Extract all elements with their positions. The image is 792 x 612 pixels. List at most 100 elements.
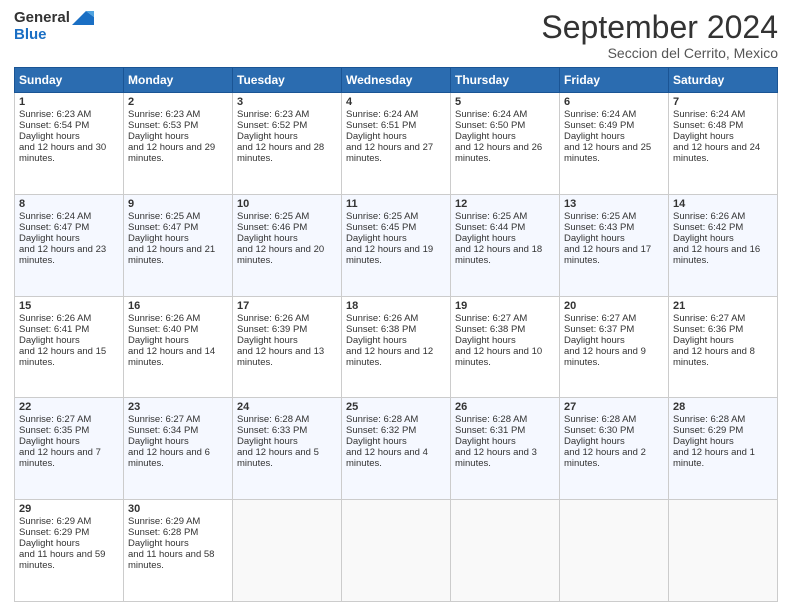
calendar-cell: 10 Sunrise: 6:25 AM Sunset: 6:46 PM Dayl… [233, 194, 342, 296]
calendar-cell: 11 Sunrise: 6:25 AM Sunset: 6:45 PM Dayl… [342, 194, 451, 296]
daylight-value: and 12 hours and 4 minutes. [346, 447, 446, 469]
sunrise-label: Sunrise: 6:24 AM [19, 211, 119, 222]
daylight-label: Daylight hours [455, 131, 555, 142]
calendar-cell: 7 Sunrise: 6:24 AM Sunset: 6:48 PM Dayli… [669, 93, 778, 195]
daylight-value: and 12 hours and 14 minutes. [128, 346, 228, 368]
daylight-value: and 12 hours and 7 minutes. [19, 447, 119, 469]
daylight-label: Daylight hours [237, 233, 337, 244]
daylight-value: and 12 hours and 5 minutes. [237, 447, 337, 469]
sunset-label: Sunset: 6:45 PM [346, 222, 446, 233]
sunset-label: Sunset: 6:41 PM [19, 324, 119, 335]
sunrise-label: Sunrise: 6:28 AM [673, 414, 773, 425]
day-number: 10 [237, 198, 337, 210]
sunrise-label: Sunrise: 6:28 AM [564, 414, 664, 425]
sunset-label: Sunset: 6:32 PM [346, 425, 446, 436]
sunset-label: Sunset: 6:54 PM [19, 120, 119, 131]
day-number: 25 [346, 401, 446, 413]
sunset-label: Sunset: 6:53 PM [128, 120, 228, 131]
calendar-cell: 14 Sunrise: 6:26 AM Sunset: 6:42 PM Dayl… [669, 194, 778, 296]
sunset-label: Sunset: 6:38 PM [346, 324, 446, 335]
sunrise-label: Sunrise: 6:28 AM [346, 414, 446, 425]
daylight-label: Daylight hours [128, 335, 228, 346]
calendar-cell: 4 Sunrise: 6:24 AM Sunset: 6:51 PM Dayli… [342, 93, 451, 195]
day-number: 28 [673, 401, 773, 413]
calendar-cell [451, 500, 560, 602]
calendar-cell: 8 Sunrise: 6:24 AM Sunset: 6:47 PM Dayli… [15, 194, 124, 296]
calendar-cell: 13 Sunrise: 6:25 AM Sunset: 6:43 PM Dayl… [560, 194, 669, 296]
calendar-cell: 18 Sunrise: 6:26 AM Sunset: 6:38 PM Dayl… [342, 296, 451, 398]
day-number: 7 [673, 96, 773, 108]
col-header-saturday: Saturday [669, 68, 778, 93]
day-number: 9 [128, 198, 228, 210]
calendar-cell: 23 Sunrise: 6:27 AM Sunset: 6:34 PM Dayl… [124, 398, 233, 500]
daylight-label: Daylight hours [346, 233, 446, 244]
daylight-label: Daylight hours [673, 335, 773, 346]
sunset-label: Sunset: 6:31 PM [455, 425, 555, 436]
sunset-label: Sunset: 6:44 PM [455, 222, 555, 233]
calendar-cell: 12 Sunrise: 6:25 AM Sunset: 6:44 PM Dayl… [451, 194, 560, 296]
sunrise-label: Sunrise: 6:24 AM [673, 109, 773, 120]
daylight-value: and 12 hours and 20 minutes. [237, 244, 337, 266]
calendar-cell: 26 Sunrise: 6:28 AM Sunset: 6:31 PM Dayl… [451, 398, 560, 500]
daylight-label: Daylight hours [19, 538, 119, 549]
col-header-friday: Friday [560, 68, 669, 93]
day-number: 17 [237, 300, 337, 312]
sunset-label: Sunset: 6:28 PM [128, 527, 228, 538]
day-number: 27 [564, 401, 664, 413]
sunset-label: Sunset: 6:42 PM [673, 222, 773, 233]
daylight-label: Daylight hours [19, 335, 119, 346]
daylight-value: and 12 hours and 16 minutes. [673, 244, 773, 266]
sunrise-label: Sunrise: 6:23 AM [237, 109, 337, 120]
sunrise-label: Sunrise: 6:24 AM [346, 109, 446, 120]
sunrise-label: Sunrise: 6:25 AM [128, 211, 228, 222]
sunset-label: Sunset: 6:50 PM [455, 120, 555, 131]
sunrise-label: Sunrise: 6:26 AM [128, 313, 228, 324]
calendar-cell [342, 500, 451, 602]
main-title: September 2024 [541, 10, 778, 45]
sunset-label: Sunset: 6:46 PM [237, 222, 337, 233]
calendar-cell: 22 Sunrise: 6:27 AM Sunset: 6:35 PM Dayl… [15, 398, 124, 500]
daylight-value: and 12 hours and 6 minutes. [128, 447, 228, 469]
calendar-cell: 1 Sunrise: 6:23 AM Sunset: 6:54 PM Dayli… [15, 93, 124, 195]
calendar-cell: 6 Sunrise: 6:24 AM Sunset: 6:49 PM Dayli… [560, 93, 669, 195]
calendar-table: SundayMondayTuesdayWednesdayThursdayFrid… [14, 67, 778, 602]
sunrise-label: Sunrise: 6:29 AM [128, 516, 228, 527]
calendar-cell: 29 Sunrise: 6:29 AM Sunset: 6:29 PM Dayl… [15, 500, 124, 602]
daylight-value: and 12 hours and 29 minutes. [128, 142, 228, 164]
day-number: 4 [346, 96, 446, 108]
sunrise-label: Sunrise: 6:28 AM [455, 414, 555, 425]
daylight-value: and 12 hours and 3 minutes. [455, 447, 555, 469]
daylight-value: and 12 hours and 2 minutes. [564, 447, 664, 469]
day-number: 19 [455, 300, 555, 312]
daylight-label: Daylight hours [19, 131, 119, 142]
sunset-label: Sunset: 6:40 PM [128, 324, 228, 335]
daylight-value: and 11 hours and 59 minutes. [19, 549, 119, 571]
day-number: 20 [564, 300, 664, 312]
sunrise-label: Sunrise: 6:28 AM [237, 414, 337, 425]
day-number: 24 [237, 401, 337, 413]
day-number: 16 [128, 300, 228, 312]
sunrise-label: Sunrise: 6:29 AM [19, 516, 119, 527]
daylight-value: and 12 hours and 26 minutes. [455, 142, 555, 164]
daylight-label: Daylight hours [564, 436, 664, 447]
sunset-label: Sunset: 6:33 PM [237, 425, 337, 436]
sunset-label: Sunset: 6:47 PM [128, 222, 228, 233]
calendar-cell: 19 Sunrise: 6:27 AM Sunset: 6:38 PM Dayl… [451, 296, 560, 398]
sunset-label: Sunset: 6:29 PM [19, 527, 119, 538]
day-number: 18 [346, 300, 446, 312]
daylight-value: and 12 hours and 13 minutes. [237, 346, 337, 368]
calendar-cell: 9 Sunrise: 6:25 AM Sunset: 6:47 PM Dayli… [124, 194, 233, 296]
sunset-label: Sunset: 6:47 PM [19, 222, 119, 233]
daylight-label: Daylight hours [564, 131, 664, 142]
daylight-label: Daylight hours [237, 131, 337, 142]
sunset-label: Sunset: 6:29 PM [673, 425, 773, 436]
sunrise-label: Sunrise: 6:25 AM [455, 211, 555, 222]
daylight-value: and 12 hours and 25 minutes. [564, 142, 664, 164]
daylight-value: and 12 hours and 10 minutes. [455, 346, 555, 368]
daylight-value: and 12 hours and 18 minutes. [455, 244, 555, 266]
title-block: September 2024 Seccion del Cerrito, Mexi… [541, 10, 778, 61]
calendar-cell: 2 Sunrise: 6:23 AM Sunset: 6:53 PM Dayli… [124, 93, 233, 195]
sunset-label: Sunset: 6:48 PM [673, 120, 773, 131]
sunrise-label: Sunrise: 6:24 AM [455, 109, 555, 120]
calendar-cell: 17 Sunrise: 6:26 AM Sunset: 6:39 PM Dayl… [233, 296, 342, 398]
